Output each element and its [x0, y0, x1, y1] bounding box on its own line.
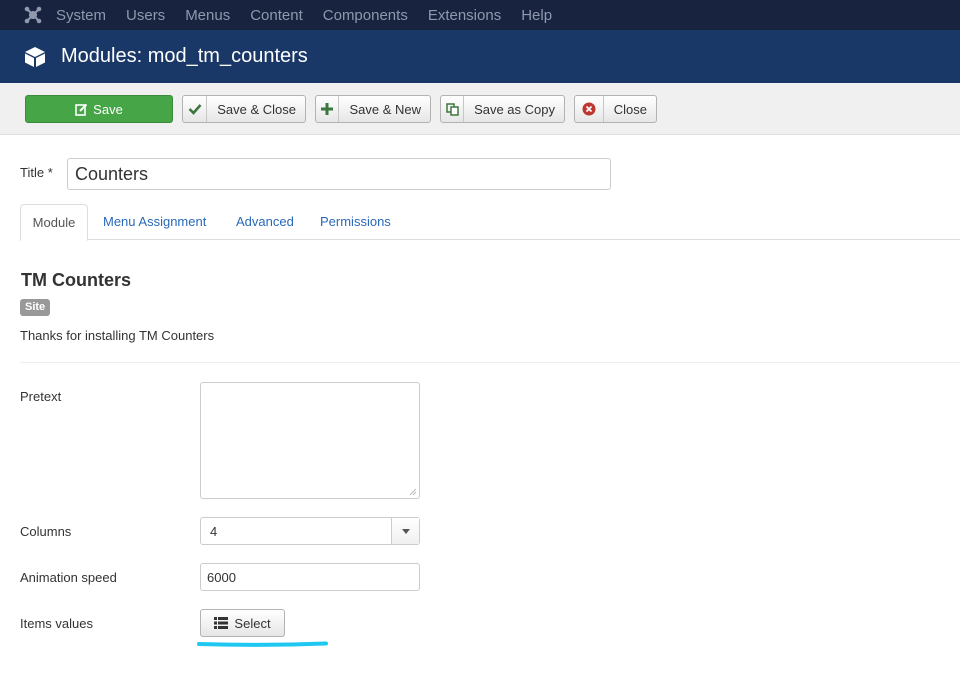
- title-label: Title *: [20, 165, 53, 180]
- page-header: Modules: mod_tm_counters: [0, 30, 960, 83]
- select-items-button[interactable]: Select: [200, 609, 285, 637]
- columns-select[interactable]: 4: [200, 517, 420, 545]
- toolbar: Save Save & Close Save & New Save as Cop…: [0, 83, 960, 135]
- top-navbar: System Users Menus Content Components Ex…: [0, 0, 960, 30]
- edit-icon: [75, 103, 88, 116]
- resize-grip-icon[interactable]: [409, 488, 417, 496]
- save-new-button[interactable]: Save & New: [315, 95, 431, 123]
- save-copy-button[interactable]: Save as Copy: [440, 95, 565, 123]
- plus-icon: [316, 96, 340, 122]
- pretext-textarea[interactable]: [200, 382, 420, 499]
- module-description: Thanks for installing TM Counters: [20, 328, 215, 343]
- columns-label: Columns: [20, 524, 72, 539]
- close-circle-icon: [575, 96, 604, 122]
- select-items-label: Select: [234, 615, 271, 631]
- close-button[interactable]: Close: [574, 95, 657, 123]
- save-close-label: Save & Close: [217, 101, 296, 117]
- highlight-underline: [197, 641, 328, 647]
- title-input[interactable]: [67, 158, 611, 190]
- nav-system[interactable]: System: [56, 7, 106, 24]
- animation-speed-label: Animation speed: [20, 570, 117, 585]
- nav-users[interactable]: Users: [126, 7, 165, 24]
- tab-advanced[interactable]: Advanced: [236, 204, 294, 240]
- save-copy-label: Save as Copy: [474, 101, 555, 117]
- save-new-label: Save & New: [349, 101, 421, 117]
- page-title: Modules: mod_tm_counters: [61, 45, 308, 67]
- nav-components[interactable]: Components: [323, 7, 408, 24]
- nav-menus[interactable]: Menus: [185, 7, 230, 24]
- items-values-label: Items values: [20, 616, 93, 631]
- pretext-label: Pretext: [20, 389, 62, 404]
- columns-value: 4: [210, 523, 218, 539]
- tab-permissions[interactable]: Permissions: [320, 204, 391, 240]
- check-icon: [183, 96, 208, 122]
- cube-icon: [25, 46, 45, 67]
- divider: [20, 362, 960, 363]
- tab-menu-assignment[interactable]: Menu Assignment: [103, 204, 206, 240]
- save-close-button[interactable]: Save & Close: [182, 95, 306, 123]
- close-label: Close: [613, 101, 647, 117]
- nav-help[interactable]: Help: [521, 7, 552, 24]
- save-button[interactable]: Save: [25, 95, 173, 123]
- module-name: TM Counters: [21, 270, 131, 290]
- tab-module[interactable]: Module: [20, 204, 88, 241]
- joomla-logo-icon[interactable]: [18, 0, 48, 30]
- list-icon: [214, 617, 229, 629]
- save-button-label: Save: [93, 101, 123, 117]
- nav-extensions[interactable]: Extensions: [428, 7, 501, 24]
- chevron-down-icon[interactable]: [391, 518, 419, 544]
- animation-speed-input[interactable]: [200, 563, 420, 591]
- site-badge: Site: [20, 299, 51, 316]
- nav-content[interactable]: Content: [250, 7, 303, 24]
- tab-bar: Module Menu Assignment Advanced Permissi…: [20, 204, 960, 241]
- copy-icon: [441, 96, 465, 122]
